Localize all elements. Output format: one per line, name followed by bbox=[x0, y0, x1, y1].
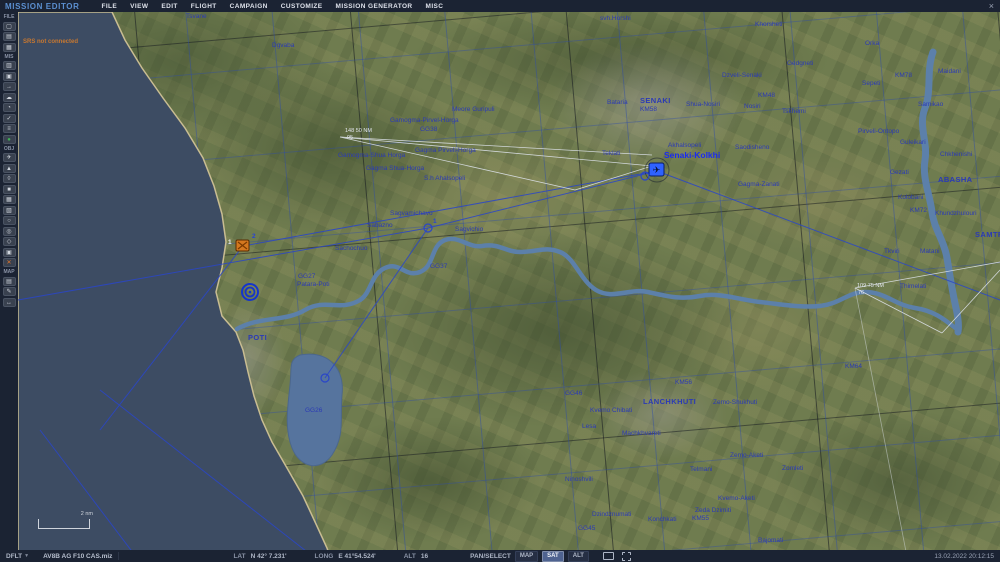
map-scale-bar: 2 nm bbox=[38, 511, 93, 529]
long-value: E 41°54.524' bbox=[338, 552, 376, 560]
mission-filename: AV8B AG F10 CAS.miz bbox=[43, 552, 113, 560]
add-helicopter-icon[interactable]: ▲ bbox=[2, 163, 16, 173]
toolbar-section-map: MAP bbox=[3, 269, 15, 275]
menu-item-edit[interactable]: EDIT bbox=[161, 3, 177, 10]
triggers-icon[interactable]: ≡ bbox=[2, 124, 16, 133]
menu-item-file[interactable]: FILE bbox=[101, 3, 117, 10]
mission-datetime: 13.02.2022 20:12:15 bbox=[934, 552, 994, 560]
add-static-icon[interactable]: ▦ bbox=[2, 195, 16, 204]
trigger-zone-icon[interactable]: ○ bbox=[2, 216, 16, 225]
menu-item-flight[interactable]: FLIGHT bbox=[191, 3, 217, 10]
menu-item-mission-generator[interactable]: MISSION GENERATOR bbox=[336, 3, 413, 10]
display-icon[interactable] bbox=[602, 552, 614, 560]
menu-item-customize[interactable]: CUSTOMIZE bbox=[281, 3, 323, 10]
app-title: MISSION EDITOR bbox=[5, 1, 80, 11]
layer-button-alt[interactable]: ALT bbox=[567, 550, 589, 562]
layer-button-sat[interactable]: SAT bbox=[542, 550, 564, 562]
delete-unit-icon[interactable]: ✕ bbox=[2, 258, 16, 267]
toolbar-section-obj: OBJ bbox=[3, 145, 15, 152]
map-layers-icon[interactable]: ▤ bbox=[2, 276, 16, 286]
bullseye-icon[interactable]: ◎ bbox=[2, 226, 16, 236]
theme-value: DFLT bbox=[6, 552, 23, 560]
open-mission-icon[interactable]: ▤ bbox=[2, 32, 16, 41]
briefing-icon[interactable]: ▥ bbox=[2, 61, 16, 70]
longitude-readout: LONG E 41°54.524' bbox=[315, 553, 376, 560]
add-ship-icon[interactable]: ◊ bbox=[2, 174, 16, 183]
mission-editor-window: ✈ Tsvane Dgvaba svh.Horshi Khorsheti Orka Ged… bbox=[0, 0, 1000, 562]
toolbar-section-file: FILE bbox=[3, 14, 15, 20]
menu-item-misc[interactable]: MISC bbox=[426, 3, 444, 10]
group-tool-icon[interactable]: ▣ bbox=[2, 247, 16, 257]
menu-bar: MISSION EDITOR FILE VIEW EDIT FLIGHT CAMPAIG… bbox=[0, 0, 1000, 12]
altitude-readout: ALT 16 bbox=[404, 553, 428, 560]
validate-icon[interactable]: ✓ bbox=[2, 113, 16, 123]
latitude-readout: LAT N 42° 7.231' bbox=[233, 553, 286, 560]
add-vehicle-icon[interactable]: ■ bbox=[2, 184, 16, 194]
main-menu: FILE VIEW EDIT FLIGHT CAMPAIGN CUSTOMIZE MISSI… bbox=[101, 3, 443, 10]
status-bar: DFLT ▼ AV8B AG F10 CAS.miz LAT N 42° 7.2… bbox=[0, 550, 1000, 562]
add-template-icon[interactable]: ▧ bbox=[2, 205, 16, 215]
toolbar-left: FILE ▢ ▤ ▦ MIS ▥ ▣ → ☁ ◔ ✓ ≡ ● OBJ ✈ ▲ ◊ ■ ▦ ▧ ○ ◎ ◇ ▣ ✕ MAP ▤ ✎ ↔ bbox=[0, 12, 18, 550]
add-waypoint-icon[interactable]: ◇ bbox=[2, 237, 16, 246]
measure-tool-icon[interactable]: ↔ bbox=[2, 297, 16, 307]
layer-button-map[interactable]: MAP bbox=[514, 550, 539, 562]
srs-status: SRS not connected bbox=[23, 39, 79, 45]
draw-tool-icon[interactable]: ✎ bbox=[2, 287, 16, 296]
toolbar-section-mis: MIS bbox=[4, 53, 14, 60]
unit-list-icon[interactable]: ▣ bbox=[2, 71, 16, 81]
lat-value: N 42° 7.231' bbox=[250, 552, 287, 560]
lat-label: LAT bbox=[233, 552, 246, 560]
chevron-down-icon: ▼ bbox=[24, 553, 30, 559]
map-grid-blue bbox=[18, 12, 1000, 550]
menu-item-view[interactable]: VIEW bbox=[130, 3, 148, 10]
alt-label: ALT bbox=[403, 552, 416, 560]
alt-value: 16 bbox=[420, 552, 429, 560]
new-mission-icon[interactable]: ▢ bbox=[2, 21, 16, 31]
mode-indicator: PAN/SELECT bbox=[470, 552, 511, 560]
scale-label: 2 nm bbox=[80, 511, 93, 517]
menu-item-campaign[interactable]: CAMPAIGN bbox=[230, 3, 268, 10]
route-tool-icon[interactable]: → bbox=[2, 82, 16, 91]
multiplayer-icon[interactable]: ● bbox=[2, 134, 16, 144]
weather-icon[interactable]: ☁ bbox=[2, 92, 16, 102]
save-mission-icon[interactable]: ▦ bbox=[2, 42, 16, 52]
close-icon[interactable]: × bbox=[989, 1, 994, 11]
add-airplane-icon[interactable]: ✈ bbox=[2, 153, 16, 162]
map-viewport[interactable] bbox=[18, 12, 1000, 550]
time-date-icon[interactable]: ◔ bbox=[2, 103, 16, 112]
theme-dropdown[interactable]: DFLT ▼ bbox=[6, 553, 29, 560]
divider bbox=[118, 552, 120, 560]
long-label: LONG bbox=[314, 552, 334, 560]
frame-icon[interactable] bbox=[621, 551, 631, 561]
